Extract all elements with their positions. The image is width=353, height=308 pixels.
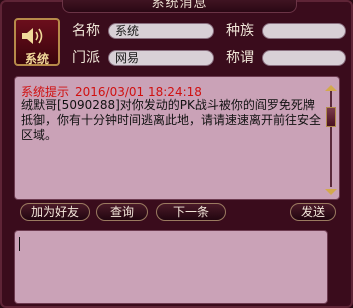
name-field: 系统 [108,23,214,39]
title-bar: 系统消息 [62,0,297,13]
message-panel: 系统提示 2016/03/01 18:24:18 绒默哥[5090288]对你发动… [14,76,340,200]
message-scrollbar[interactable] [325,85,337,195]
avatar-label: 系统 [24,52,49,66]
title-label: 称谓 [226,50,254,66]
race-field [262,23,346,39]
scroll-track[interactable] [330,91,332,187]
inspect-button[interactable]: 查询 [96,203,148,221]
text-caret [19,237,20,251]
title-field [262,50,346,66]
message-body: 绒默哥[5090288]对你发动的PK战斗被你的阎罗免死牌抵御，你有十分钟时间逃… [21,98,322,142]
compose-input[interactable] [14,230,328,304]
system-message-window: 系统消息 系统 名称 系统 种族 门派 网易 称谓 系统提示 2016/03/01… [0,0,353,308]
message-source: 系统提示 [21,85,70,99]
window-title: 系统消息 [151,0,208,11]
sender-avatar: 系统 [14,18,60,66]
send-button[interactable]: 发送 [290,203,336,221]
add-friend-button[interactable]: 加为好友 [20,203,90,221]
scroll-down-icon[interactable] [325,189,337,195]
faction-field: 网易 [108,50,214,66]
scroll-thumb[interactable] [326,107,336,127]
name-label: 名称 [72,23,100,39]
speaker-icon [22,28,43,44]
faction-label: 门派 [72,50,100,66]
race-label: 种族 [226,23,254,39]
next-button[interactable]: 下一条 [156,203,226,221]
message-timestamp: 2016/03/01 18:24:18 [75,85,202,99]
